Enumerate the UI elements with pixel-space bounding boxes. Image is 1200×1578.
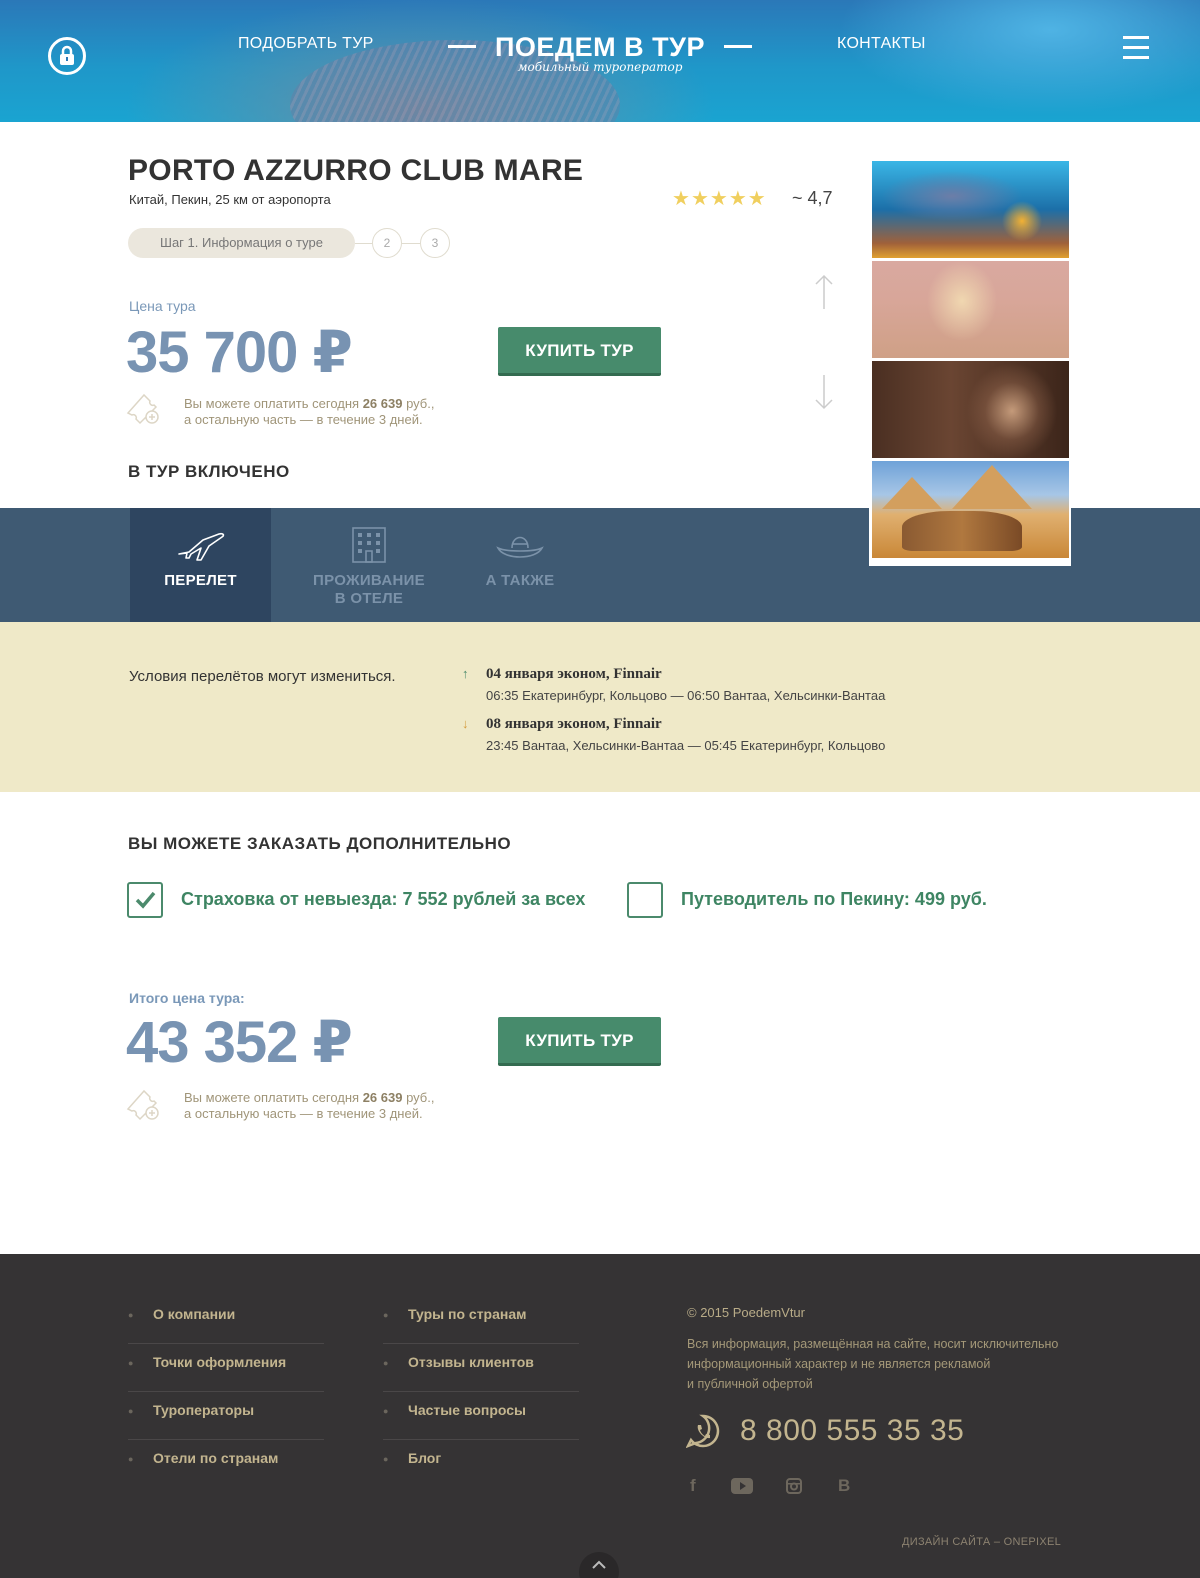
rating-stars: ★★★★★ — [672, 186, 767, 211]
gallery-thumb-beach[interactable] — [872, 261, 1069, 358]
pay-amount: 26 639 — [362, 1090, 403, 1105]
star-icon: ★ — [747, 188, 766, 210]
star-icon: ★ — [709, 188, 728, 210]
extras-title: ВЫ МОЖЕТЕ ЗАКАЗАТЬ ДОПОЛНИТЕЛЬНО — [128, 834, 512, 853]
hotel-location: Китай, Пекин, 25 км от аэропорта — [129, 192, 331, 207]
step-1[interactable]: Шаг 1. Информация о туре — [128, 228, 355, 258]
star-icon: ★ — [728, 188, 747, 210]
footer-col-2: ● Туры по странам ● Отзывы клиентов ● Часты… — [383, 1296, 579, 1488]
ticket-add-icon — [126, 1087, 162, 1128]
flight-note: Условия перелётов могут измениться. — [129, 668, 396, 685]
total-label: Итого цена тура: — [129, 990, 245, 1006]
insurance-label: Страховка от невыезда: 7 552 рублей за в… — [181, 889, 586, 909]
tab-flight-label: ПЕРЕЛЕТ — [164, 572, 237, 589]
gallery-thumb-underwater[interactable] — [872, 161, 1069, 258]
tab-also[interactable]: А ТАКЖЕ — [470, 508, 570, 622]
guide-label: Путеводитель по Пекину: 499 руб. — [681, 889, 987, 909]
hotel-icon — [352, 527, 386, 563]
disclaimer: Вся информация, размещённая на сайте, но… — [687, 1337, 1059, 1391]
step-connector — [402, 243, 420, 244]
footer-link-reviews[interactable]: ● Отзывы клиентов — [383, 1344, 579, 1392]
pyramid-shape — [952, 465, 1032, 509]
gallery-thumb-pyramids[interactable] — [872, 461, 1069, 558]
step-2[interactable]: 2 — [372, 228, 402, 258]
plane-icon — [177, 532, 224, 561]
guide-checkbox[interactable] — [627, 882, 663, 918]
rating-value: ~ 4,7 — [792, 188, 833, 208]
total-value: 43 352 ₽ — [126, 1010, 353, 1075]
tab-flight[interactable]: ПЕРЕЛЕТ — [130, 508, 271, 622]
tab-also-label: А ТАКЖЕ — [485, 572, 555, 589]
footer-link-about[interactable]: ● О компании — [128, 1296, 324, 1344]
footer-link-offices[interactable]: ● Точки оформления — [128, 1344, 324, 1392]
footer-link-blog[interactable]: ● Блог — [383, 1440, 579, 1488]
phone-icon — [685, 1414, 720, 1453]
footer-link-countries[interactable]: ● Туры по странам — [383, 1296, 579, 1344]
total-pay-note: Вы можете оплатить сегодня 26 639 руб., … — [184, 1090, 435, 1121]
footer: ● О компании ● Точки оформления ● Туроперат… — [0, 1254, 1200, 1578]
logo-dash-right — [724, 45, 752, 48]
pyramid-shape — [882, 477, 942, 509]
price-value: 35 700 ₽ — [126, 320, 353, 385]
nav-contacts[interactable]: КОНТАКТЫ — [837, 35, 926, 53]
vk-icon[interactable]: B — [838, 1476, 850, 1496]
logo[interactable]: ПОЕДЕМ В ТУР мобильный туроператор — [448, 32, 752, 74]
hotel-name: PORTO AZZURRO CLUB MARE — [128, 154, 584, 187]
camel-shape — [902, 511, 1022, 551]
facebook-icon[interactable]: f — [690, 1476, 696, 1496]
flight-title: 04 января эконом, Finnair — [486, 666, 662, 682]
footer-link-hotels[interactable]: ● Отели по странам — [128, 1440, 324, 1488]
flight-title: 08 января эконом, Finnair — [486, 716, 662, 732]
step-connector — [355, 243, 372, 244]
insurance-checkbox[interactable] — [127, 882, 163, 918]
star-icon: ★ — [690, 188, 709, 210]
flight-route: 23:45 Вантаа, Хельсинки-Вантаа — 05:45 Е… — [486, 738, 886, 753]
menu-icon[interactable] — [1123, 36, 1149, 66]
gallery-down-arrow-icon[interactable] — [814, 374, 834, 415]
tab-hotel[interactable]: ПРОЖИВАНИЕ В ОТЕЛЕ — [300, 508, 438, 622]
design-credit[interactable]: ДИЗАЙН САЙТА – ONEPIXEL — [902, 1536, 1061, 1548]
logo-dash-left — [448, 45, 476, 48]
nav-pick-tour[interactable]: ПОДОБРАТЬ ТУР — [238, 35, 374, 53]
footer-col-1: ● О компании ● Точки оформления ● Туроперат… — [128, 1296, 324, 1488]
lock-icon[interactable] — [48, 37, 86, 75]
instagram-icon[interactable] — [786, 1478, 802, 1499]
copyright: © 2015 PoedemVtur — [687, 1305, 805, 1320]
footer-link-faq[interactable]: ● Частые вопросы — [383, 1392, 579, 1440]
ticket-add-icon — [126, 391, 162, 432]
chevron-up-icon — [592, 1560, 606, 1569]
flight-route: 06:35 Екатеринбург, Кольцово — 06:50 Ван… — [486, 688, 886, 703]
buy-tour-button[interactable]: КУПИТЬ ТУР — [498, 327, 661, 376]
photo-gallery — [869, 158, 1071, 566]
scroll-to-top-button[interactable] — [579, 1552, 619, 1578]
flight-panel: Условия перелётов могут измениться. ↑ 04… — [0, 622, 1200, 792]
sombrero-icon — [496, 536, 544, 558]
gallery-up-arrow-icon[interactable] — [814, 274, 834, 315]
pay-amount: 26 639 — [362, 396, 403, 411]
phone-number[interactable]: 8 800 555 35 35 — [740, 1414, 964, 1448]
arrow-up-icon: ↑ — [462, 666, 469, 681]
step-3[interactable]: 3 — [420, 228, 450, 258]
youtube-icon[interactable] — [731, 1478, 753, 1499]
included-title: В ТУР ВКЛЮЧЕНО — [128, 462, 290, 481]
checkmark-icon — [135, 891, 156, 909]
star-icon: ★ — [672, 188, 690, 210]
price-label: Цена тура — [129, 298, 196, 314]
gallery-thumb-statue[interactable] — [872, 361, 1069, 458]
logo-subtitle: мобильный туроператор — [517, 60, 683, 74]
arrow-down-icon: ↓ — [462, 716, 469, 731]
footer-link-operators[interactable]: ● Туроператоры — [128, 1392, 324, 1440]
logo-title: ПОЕДЕМ В ТУР — [495, 32, 705, 62]
tab-hotel-label: ПРОЖИВАНИЕ В ОТЕЛЕ — [313, 572, 425, 607]
buy-tour-button-total[interactable]: КУПИТЬ ТУР — [498, 1017, 661, 1066]
pay-note: Вы можете оплатить сегодня 26 639 руб., … — [184, 396, 435, 427]
header: ПОДОБРАТЬ ТУР ПОЕДЕМ В ТУР мобильный тур… — [0, 0, 1200, 122]
